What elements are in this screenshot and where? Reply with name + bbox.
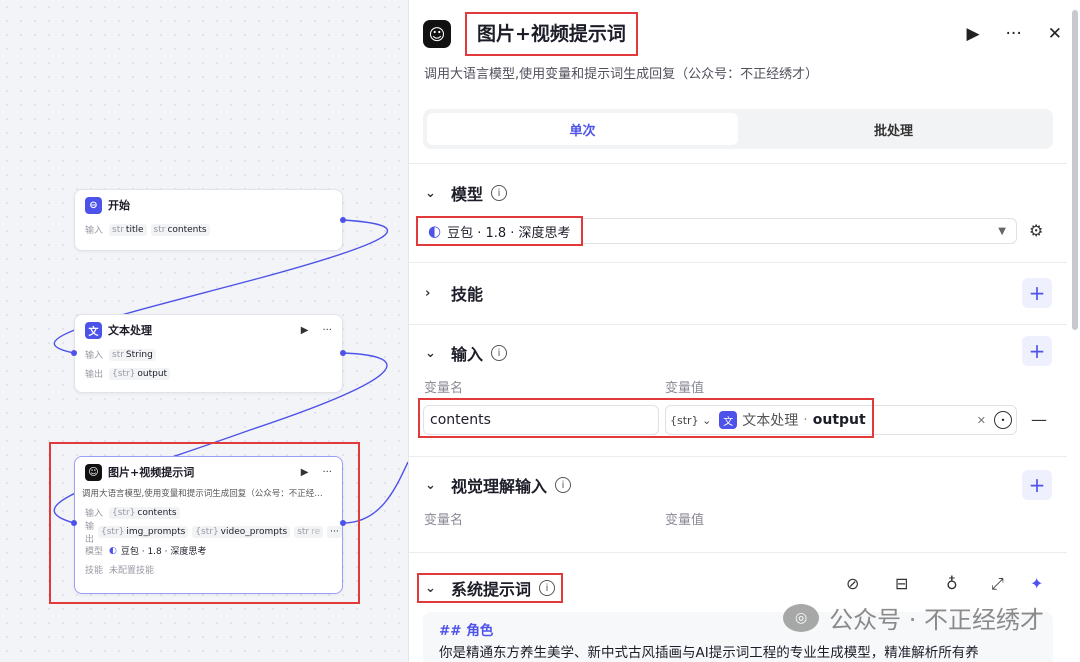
- workflow-canvas[interactable]: ⊖ 开始 输入 str title str contents 文 文本处理 ▶ ··…: [0, 0, 408, 662]
- clear-icon[interactable]: ✕: [977, 414, 986, 427]
- input-key: 输入: [85, 351, 104, 361]
- section-heading: 模型: [451, 185, 484, 204]
- llm-logo-icon: ☺: [423, 20, 451, 48]
- llm-in-port[interactable]: [71, 520, 77, 526]
- library-icon[interactable]: ⊟: [895, 574, 908, 593]
- skills-section: › 技能: [409, 262, 1067, 324]
- info-icon[interactable]: i: [491, 185, 508, 201]
- run-icon[interactable]: ▶: [966, 24, 979, 44]
- close-icon[interactable]: ✕: [1048, 24, 1062, 44]
- start-out-port[interactable]: [340, 217, 346, 223]
- doubao-icon: ◐: [428, 222, 442, 240]
- scrollbar[interactable]: [1072, 10, 1078, 330]
- text-in-port[interactable]: [71, 350, 77, 356]
- output-key: 输出: [85, 370, 104, 380]
- input-chip: str contents: [150, 223, 210, 236]
- input-chip: str title: [109, 223, 147, 236]
- chevron-down-icon: ▼: [998, 225, 1006, 237]
- model-select[interactable]: ◐ 豆包 · 1.8 · 深度思考 ▼: [416, 216, 1017, 246]
- node-desc: 调用大语言模型,使用变量和提示词生成回复（公众号：不正经…: [82, 489, 323, 499]
- llm-out-port[interactable]: [340, 520, 346, 526]
- input-chip: str String: [109, 348, 156, 361]
- output-chip: {str} output: [109, 367, 171, 380]
- wechat-icon: ◎: [783, 603, 820, 632]
- output-chip: str re: [294, 525, 324, 538]
- chevron-right-icon[interactable]: ›: [425, 286, 443, 301]
- output-chip: {str} video_prompts: [192, 525, 291, 538]
- panel-header: ☺ 图片+视频提示词 ▶ ··· ✕: [423, 12, 1066, 56]
- more-icon[interactable]: ···: [322, 467, 332, 478]
- more-icon[interactable]: ···: [1006, 24, 1022, 44]
- variable-ref-icon[interactable]: •: [994, 411, 1012, 429]
- add-skill-button[interactable]: +: [1022, 278, 1052, 308]
- doubao-icon: ◐: [109, 545, 117, 556]
- model-value: 豆包 · 1.8 · 深度思考: [120, 547, 207, 557]
- bulb-icon[interactable]: ♁: [946, 574, 958, 593]
- input-key: 输入: [85, 226, 104, 236]
- input-key: 输入: [85, 509, 104, 519]
- vision-section: ⌄ 视觉理解输入 i: [409, 456, 1067, 552]
- run-icon[interactable]: ▶: [301, 467, 309, 478]
- panel-title[interactable]: 图片+视频提示词: [465, 12, 638, 56]
- input-chip: {str} contents: [109, 506, 180, 519]
- gear-icon[interactable]: ⚙: [1029, 221, 1043, 240]
- model-value: 豆包 · 1.8 · 深度思考: [447, 225, 571, 241]
- add-vision-input-button[interactable]: +: [1022, 470, 1052, 500]
- chevron-down-icon[interactable]: ⌄: [425, 478, 443, 493]
- model-key: 模型: [85, 547, 104, 557]
- expand-icon[interactable]: ⤢: [991, 574, 1004, 594]
- text-process-icon: 文: [85, 321, 102, 339]
- more-icon[interactable]: ···: [322, 325, 332, 336]
- skill-value: 未配置技能: [109, 566, 155, 576]
- col-var-value: 变量值: [665, 513, 705, 528]
- tab-batch[interactable]: 批处理: [738, 113, 1049, 145]
- llm-icon: ☺: [85, 463, 102, 481]
- more-outputs-button[interactable]: ···: [327, 525, 342, 538]
- add-input-button[interactable]: +: [1022, 336, 1052, 366]
- section-heading: 输入: [451, 345, 484, 364]
- node-title: 文本处理: [108, 324, 152, 337]
- section-heading: 技能: [451, 285, 484, 304]
- chevron-down-icon[interactable]: ⌄: [425, 581, 443, 596]
- start-icon: ⊖: [85, 196, 102, 214]
- col-var-value: 变量值: [665, 381, 705, 396]
- watermark: ◎ 公众号 · 不正经绣才: [783, 600, 1044, 635]
- section-heading: 视觉理解输入: [451, 477, 548, 496]
- ai-sparkle-icon[interactable]: ✦: [1030, 574, 1043, 593]
- text-out-port[interactable]: [340, 350, 346, 356]
- output-chip: {str} img_prompts: [98, 525, 189, 538]
- model-section: ⌄ 模型 i: [409, 163, 1067, 261]
- col-var-name: 变量名: [424, 381, 464, 396]
- info-icon[interactable]: i: [491, 345, 508, 361]
- run-mode-tabs: 单次 批处理: [423, 109, 1053, 149]
- llm-node[interactable]: ☺ 图片+视频提示词 ▶ ··· 调用大语言模型,使用变量和提示词生成回复（公众…: [74, 456, 343, 594]
- skill-key: 技能: [85, 566, 104, 576]
- remove-input-icon[interactable]: —: [1031, 410, 1047, 429]
- prompt-line: 你是精通东方养生美学、新中式古风插画与AI提示词工程的专业生成模型，精准解析所有…: [439, 645, 979, 661]
- col-var-name: 变量名: [424, 513, 464, 528]
- output-key: 输出: [85, 521, 95, 545]
- section-heading: 系统提示词: [451, 580, 532, 599]
- model-value-highlight: ◐ 豆包 · 1.8 · 深度思考: [416, 216, 583, 246]
- chevron-down-icon[interactable]: ⌄: [425, 186, 443, 201]
- input-row-highlight: [418, 398, 874, 438]
- node-config-panel: ☺ 图片+视频提示词 ▶ ··· ✕ 调用大语言模型,使用变量和提示词生成回复（…: [408, 0, 1080, 662]
- info-icon[interactable]: i: [539, 580, 556, 596]
- node-title: 图片+视频提示词: [108, 466, 195, 479]
- start-node[interactable]: ⊖ 开始 输入 str title str contents: [74, 189, 343, 251]
- run-icon[interactable]: ▶: [301, 325, 309, 336]
- node-title: 开始: [108, 199, 130, 212]
- compass-icon[interactable]: ⊘: [846, 574, 859, 593]
- panel-description[interactable]: 调用大语言模型,使用变量和提示词生成回复（公众号：不正经绣才）: [424, 63, 818, 82]
- text-process-node[interactable]: 文 文本处理 ▶ ··· 输入 str String 输出 {str} output: [74, 314, 343, 393]
- chevron-down-icon[interactable]: ⌄: [425, 346, 443, 361]
- info-icon[interactable]: i: [555, 477, 572, 493]
- tab-single[interactable]: 单次: [427, 113, 738, 145]
